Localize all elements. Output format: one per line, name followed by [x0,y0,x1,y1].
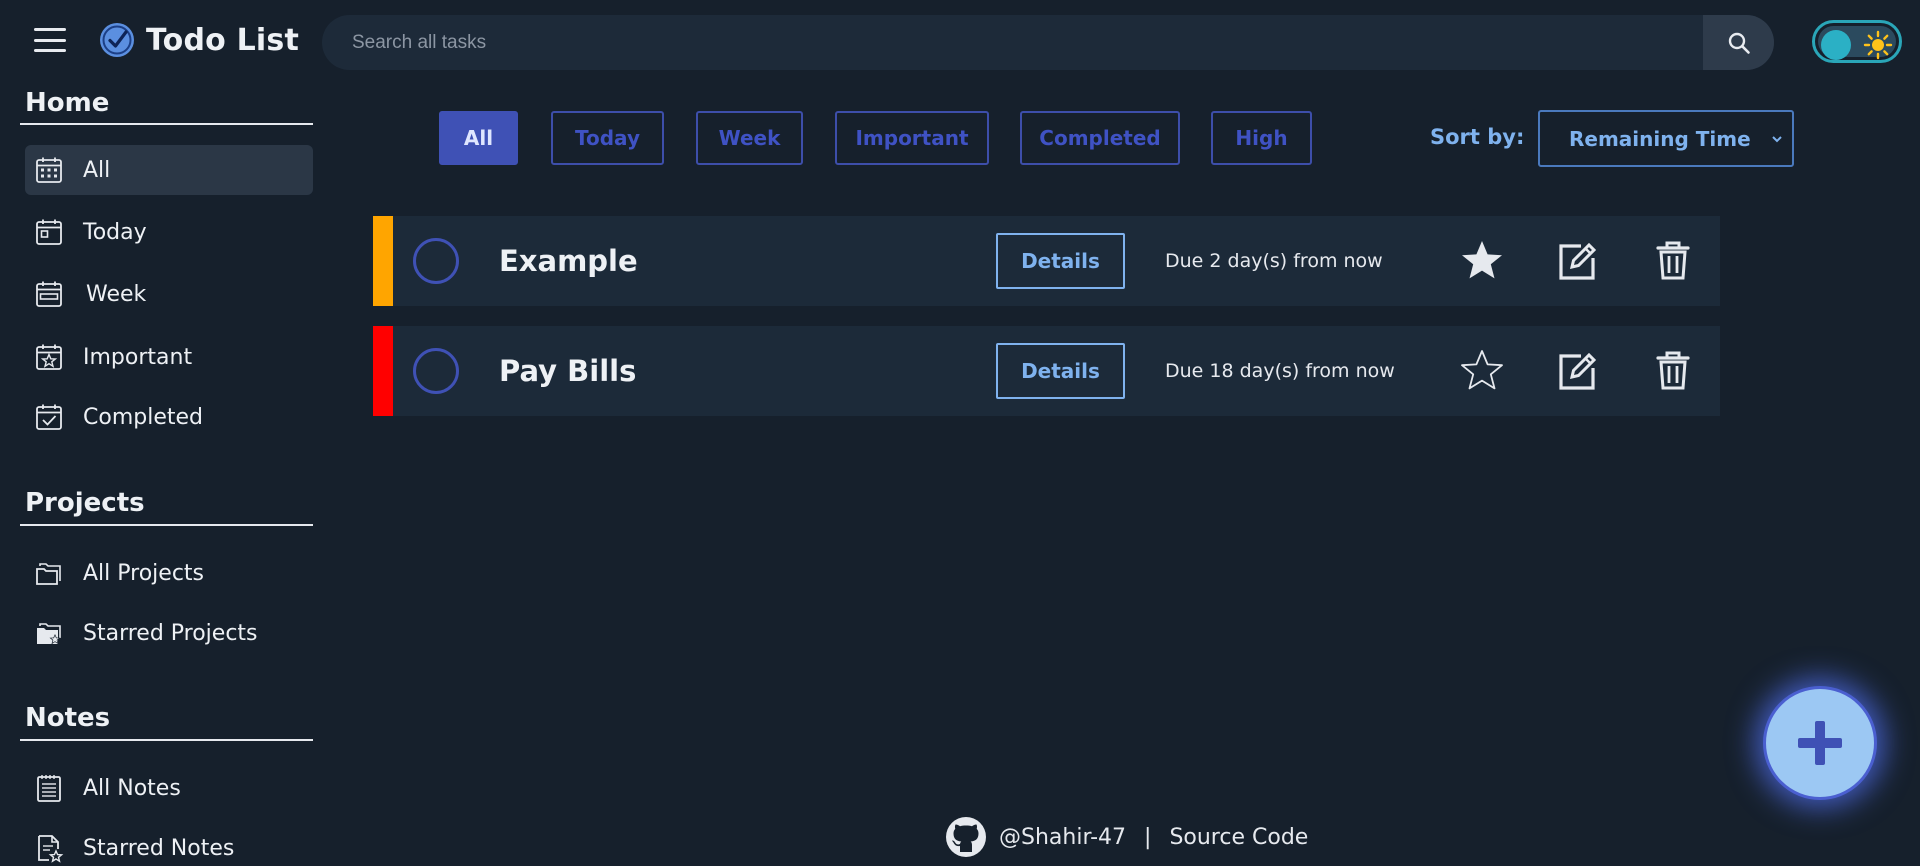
brand: Todo List [99,22,299,58]
calendar-week-icon [36,281,62,307]
section-title-notes: Notes [25,703,111,733]
filter-week[interactable]: Week [696,111,803,165]
details-button[interactable]: Details [996,233,1125,289]
sidebar-item-label: Week [86,281,147,307]
search-bar [322,15,1774,70]
sidebar-item-important[interactable]: Important [25,332,313,382]
section-divider [20,123,313,125]
sidebar-item-all-projects[interactable]: All Projects [25,548,313,598]
sidebar-item-label: All Projects [83,560,204,586]
priority-bar [373,216,393,306]
filter-all[interactable]: All [439,111,518,165]
star-outline-icon[interactable] [1459,348,1505,394]
sidebar-item-today[interactable]: Today [25,207,313,257]
due-text: Due 2 day(s) from now [1165,250,1383,272]
sidebar: Home All Today Week Important Completed … [0,82,320,866]
note-star-icon [38,835,64,863]
sidebar-item-label: Starred Projects [83,620,258,646]
calendar-day-icon [36,219,62,245]
app-root: Todo List Search all tasks Home All Toda… [0,0,1920,866]
footer: @Shahir-47 | Source Code [945,815,1308,859]
section-divider [20,739,313,741]
filter-completed[interactable]: Completed [1020,111,1180,165]
folder-star-icon [37,623,61,645]
sidebar-item-label: Completed [83,404,203,430]
sidebar-item-label: Starred Notes [83,835,235,861]
sidebar-item-completed[interactable]: Completed [25,392,313,442]
star-filled-icon[interactable] [1459,238,1505,284]
sidebar-item-label: Important [83,344,193,370]
search-input[interactable] [322,15,1703,70]
sidebar-item-week[interactable]: Week [25,269,313,319]
complete-checkbox[interactable] [413,238,459,284]
filter-important[interactable]: Important [835,111,989,165]
plus-icon [1798,721,1842,765]
search-icon [1728,32,1750,54]
sidebar-item-label: All Notes [83,775,181,801]
add-task-button[interactable] [1763,686,1877,800]
notebook-icon [37,775,61,802]
task-title: Example [499,244,638,278]
sidebar-item-all[interactable]: All [25,145,313,195]
sidebar-item-label: All [83,157,111,183]
task-title: Pay Bills [499,354,637,388]
theme-toggle[interactable] [1812,20,1902,63]
edit-icon[interactable] [1555,238,1601,284]
github-icon[interactable] [945,816,987,858]
sort-label: Sort by: [1430,125,1525,149]
folders-icon [36,563,61,585]
github-user-link[interactable]: @Shahir-47 [999,825,1126,850]
app-title: Todo List [146,22,300,58]
edit-icon[interactable] [1555,348,1601,394]
trash-icon[interactable] [1650,238,1696,284]
top-bar: Todo List [0,0,1920,82]
search-button[interactable] [1703,15,1774,70]
chevron-down-icon [1772,136,1782,143]
sidebar-item-label: Today [83,219,147,245]
menu-icon[interactable] [34,28,66,52]
priority-bar [373,326,393,416]
sun-icon [1863,30,1893,60]
section-title-projects: Projects [25,488,145,518]
trash-icon[interactable] [1650,348,1696,394]
complete-checkbox[interactable] [413,348,459,394]
sidebar-item-starred-projects[interactable]: Starred Projects [25,608,313,658]
calendar-grid-icon [36,157,62,183]
sort-select[interactable]: Remaining Time [1538,110,1794,167]
filter-high[interactable]: High [1211,111,1312,165]
check-logo-icon [100,23,134,57]
footer-separator: | [1144,824,1152,850]
sidebar-item-starred-notes[interactable]: Starred Notes [25,823,313,866]
sidebar-item-all-notes[interactable]: All Notes [25,763,313,813]
task-row: Example Details Due 2 day(s) from now [373,216,1720,306]
section-divider [20,524,313,526]
sort-value: Remaining Time [1569,126,1751,151]
toggle-knob [1821,30,1851,60]
filter-today[interactable]: Today [551,111,664,165]
calendar-star-icon [36,344,62,370]
task-row: Pay Bills Details Due 18 day(s) from now [373,326,1720,416]
calendar-check-icon [36,404,62,430]
due-text: Due 18 day(s) from now [1165,360,1395,382]
section-title-home: Home [25,88,110,118]
source-code-link[interactable]: Source Code [1169,825,1308,850]
details-button[interactable]: Details [996,343,1125,399]
